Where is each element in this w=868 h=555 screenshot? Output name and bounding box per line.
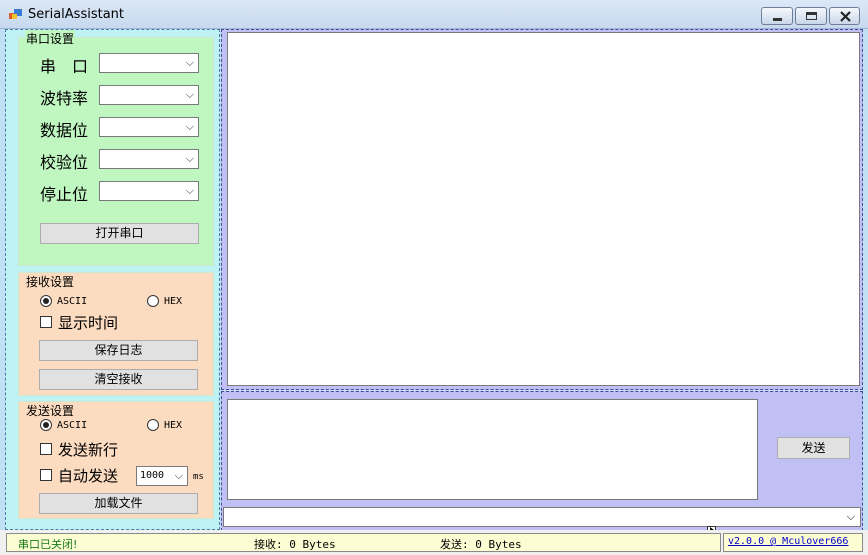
- databits-select[interactable]: ⌵: [99, 117, 199, 137]
- title-bar[interactable]: [0, 0, 868, 29]
- chevron-down-icon: ⌵: [174, 469, 183, 482]
- sent-count: 发送: 0 Bytes: [440, 538, 522, 551]
- maximize-icon: [806, 12, 817, 20]
- databits-label: 数据位: [40, 121, 89, 140]
- receive-hex-label: HEX: [164, 296, 183, 307]
- send-textarea[interactable]: [227, 399, 758, 500]
- receive-ascii-radio[interactable]: [40, 295, 52, 307]
- maximize-button[interactable]: [795, 7, 827, 25]
- port-status-text: 串口已关闭!: [18, 538, 78, 551]
- send-settings-title: 发送设置: [25, 402, 76, 419]
- send-newline-checkbox[interactable]: [40, 443, 52, 455]
- send-ascii-label: ASCII: [57, 420, 88, 431]
- parity-select[interactable]: ⌵: [99, 149, 199, 169]
- save-log-button[interactable]: 保存日志: [39, 340, 198, 361]
- version-link[interactable]: v2.0.0 @ Mculover666: [723, 533, 863, 552]
- app-icon: [9, 9, 22, 19]
- version-text: v2.0.0 @ Mculover666: [728, 536, 849, 547]
- open-port-button[interactable]: 打开串口: [40, 223, 199, 244]
- close-icon: [840, 11, 851, 22]
- send-history-select[interactable]: ⌵: [223, 507, 861, 527]
- chevron-down-icon: ⌵: [185, 88, 194, 101]
- status-info: [6, 533, 721, 552]
- parity-label: 校验位: [40, 153, 89, 172]
- send-hex-label: HEX: [164, 420, 183, 431]
- receive-textarea[interactable]: [227, 32, 860, 386]
- send-hex-radio[interactable]: [147, 419, 159, 431]
- chevron-down-icon: ⌵: [846, 510, 855, 523]
- stopbits-select[interactable]: ⌵: [99, 181, 199, 201]
- clear-receive-button[interactable]: 清空接收: [39, 369, 198, 390]
- port-label: 串 口: [40, 57, 89, 76]
- port-select[interactable]: ⌵: [99, 53, 199, 73]
- show-time-checkbox[interactable]: [40, 316, 52, 328]
- serial-settings-title: 串口设置: [25, 30, 76, 47]
- close-button[interactable]: [829, 7, 860, 25]
- interval-select[interactable]: 1000 ⌵: [136, 466, 188, 486]
- baudrate-select[interactable]: ⌵: [99, 85, 199, 105]
- receive-settings-title: 接收设置: [25, 273, 76, 290]
- chevron-down-icon: ⌵: [185, 184, 194, 197]
- receive-hex-radio[interactable]: [147, 295, 159, 307]
- chevron-down-icon: ⌵: [185, 120, 194, 133]
- interval-value: 1000: [140, 470, 165, 481]
- show-time-label: 显示时间: [58, 314, 119, 332]
- auto-send-checkbox[interactable]: [40, 469, 52, 481]
- send-ascii-radio[interactable]: [40, 419, 52, 431]
- receive-ascii-label: ASCII: [57, 296, 88, 307]
- interval-unit: ms: [193, 472, 204, 482]
- stopbits-label: 停止位: [40, 185, 89, 204]
- received-count: 接收: 0 Bytes: [254, 538, 336, 551]
- minimize-button[interactable]: [761, 7, 793, 25]
- auto-send-label: 自动发送: [58, 467, 119, 485]
- chevron-down-icon: ⌵: [185, 56, 194, 69]
- minimize-icon: [773, 18, 782, 21]
- send-button[interactable]: 发送: [777, 437, 850, 459]
- baudrate-label: 波特率: [40, 89, 89, 108]
- chevron-down-icon: ⌵: [185, 152, 194, 165]
- load-file-button[interactable]: 加载文件: [39, 493, 198, 514]
- send-newline-label: 发送新行: [58, 441, 119, 459]
- window-title: SerialAssistant: [28, 7, 125, 22]
